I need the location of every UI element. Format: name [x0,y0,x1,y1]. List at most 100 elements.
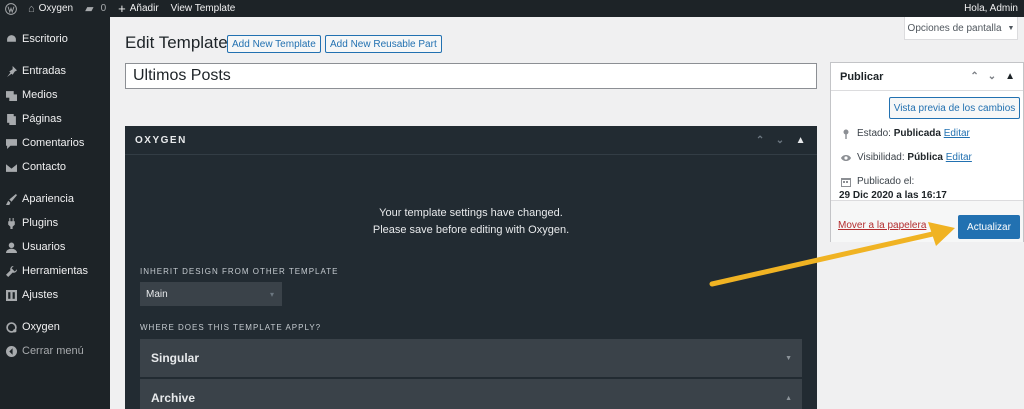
sidebar-item-paginas[interactable]: Páginas [0,107,110,131]
sidebar-item-label: Usuarios [22,241,66,253]
inherit-template-value: Main [146,288,168,300]
comment-bubble-icon: ▰ [85,3,94,15]
accordion-singular[interactable]: Singular ▼ [140,339,802,377]
add-new-template-button[interactable]: Add New Template [227,35,321,53]
new-content-link[interactable]: + Añadir [112,0,165,17]
update-button[interactable]: Actualizar [958,215,1020,239]
new-content-label: Añadir [129,3,159,14]
sidebar-item-plugins[interactable]: Plugins [0,211,110,235]
notice-line-1: Your template settings have changed. [379,207,563,219]
sidebar-item-label: Apariencia [22,193,74,205]
wrench-icon [0,265,22,277]
sidebar-item-usuarios[interactable]: Usuarios [0,235,110,259]
publish-metabox-header: Publicar ⌃ ⌄ ▲ [831,63,1023,91]
sidebar-item-label: Ajustes [22,289,59,301]
pin-icon [0,65,22,77]
pin-icon [839,127,853,139]
edit-visibility-link[interactable]: Editar [946,151,972,165]
sidebar-item-medios[interactable]: Medios [0,83,110,107]
chevron-down-icon: ▾ [269,289,274,299]
comments-link[interactable]: ▰ 0 [79,0,112,17]
publish-actions: Mover a la papelera Actualizar [831,200,1023,242]
move-to-trash-link[interactable]: Mover a la papelera [838,220,926,231]
home-icon: ⌂ [28,2,35,15]
collapse-panel-icon[interactable]: ▲ [796,135,807,146]
move-down-icon[interactable]: ⌄ [988,71,996,82]
notice-line-2: Please save before editing with Oxygen. [372,224,570,236]
pages-icon [0,113,22,125]
sidebar-item-herramientas[interactable]: Herramientas [0,259,110,283]
oxygen-notice: Your template settings have changed. Ple… [125,205,817,239]
mail-icon [0,162,22,173]
sidebar-item-escritorio[interactable]: Escritorio [0,27,110,51]
publish-metabox: Publicar ⌃ ⌄ ▲ Vista previa de los cambi… [830,62,1024,242]
visibility-label: Visibilidad: [857,152,905,163]
move-up-icon[interactable]: ⌃ [970,71,978,82]
sidebar-item-label: Plugins [22,217,59,229]
screen-options-toggle[interactable]: Opciones de pantalla ▼ [904,17,1018,40]
preview-changes-button[interactable]: Vista previa de los cambios [889,97,1020,119]
inherit-design-label: INHERIT DESIGN FROM OTHER TEMPLATE [140,267,339,276]
sidebar-item-contacto[interactable]: Contacto [0,155,110,179]
admin-bar: ⌂ Oxygen ▰ 0 + Añadir View Template Hola… [0,0,1024,17]
collapse-panel-icon[interactable]: ▲ [1005,71,1015,82]
accordion-label: Singular [151,351,200,365]
calendar-icon [839,175,853,187]
admin-sidebar: Escritorio Entradas Medios Páginas Comen… [0,17,110,409]
sidebar-item-comentarios[interactable]: Comentarios [0,131,110,155]
sidebar-item-label: Páginas [22,113,62,125]
oxygen-icon [0,321,22,333]
accordion-label: Archive [151,391,196,405]
sidebar-item-oxygen[interactable]: Oxygen [0,315,110,339]
brush-icon [0,193,22,205]
account-menu[interactable]: Hola, Admin [958,0,1024,17]
visibility-value: Pública [907,152,943,163]
collapse-menu-button[interactable]: Cerrar menú [0,339,110,363]
user-icon [0,242,22,253]
plug-icon [0,217,22,229]
publish-title: Publicar [840,70,884,83]
add-new-reusable-part-button[interactable]: Add New Reusable Part [325,35,442,53]
sidebar-item-apariencia[interactable]: Apariencia [0,187,110,211]
status-value: Publicada [893,128,941,139]
oxygen-metabox: OXYGEN ⌃ ⌄ ▲ Your template settings have… [125,126,817,409]
comments-count: 0 [100,3,107,14]
sidebar-item-label: Herramientas [22,265,89,277]
plus-icon: + [118,1,126,16]
status-row: Estado: Publicada Editar [839,127,970,141]
view-template-label: View Template [170,3,236,14]
site-name-link[interactable]: ⌂ Oxygen [22,0,79,17]
sidebar-item-label: Entradas [22,65,67,77]
comment-icon [0,138,22,149]
status-label: Estado: [857,128,891,139]
screen-options-label: Opciones de pantalla [907,22,1002,34]
caret-down-icon: ▼ [1007,24,1015,32]
collapse-icon [0,345,22,357]
sidebar-item-entradas[interactable]: Entradas [0,59,110,83]
accordion-archive[interactable]: Archive ▲ [140,379,802,409]
published-label: Publicado el: [857,176,915,187]
site-name: Oxygen [38,3,74,14]
caret-up-icon: ▲ [785,394,792,402]
edit-status-link[interactable]: Editar [944,127,970,141]
move-down-icon[interactable]: ⌄ [776,135,786,146]
page-title: Edit Template [125,33,228,52]
visibility-row: Visibilidad: Pública Editar [839,151,972,165]
settings-icon [0,289,22,301]
sidebar-item-label: Escritorio [22,33,68,45]
oxygen-metabox-header: OXYGEN ⌃ ⌄ ▲ [125,126,817,155]
greeting: Hola, Admin [964,3,1018,14]
view-template-link[interactable]: View Template [165,0,242,17]
sidebar-item-ajustes[interactable]: Ajustes [0,283,110,307]
sidebar-item-label: Comentarios [22,137,85,149]
sidebar-item-label: Medios [22,89,58,101]
move-up-icon[interactable]: ⌃ [756,135,766,146]
wordpress-logo-icon[interactable] [0,0,22,17]
caret-down-icon: ▼ [785,354,792,362]
sidebar-item-label: Contacto [22,161,67,173]
inherit-template-select[interactable]: Main ▾ [140,282,282,306]
sidebar-item-label: Oxygen [22,321,60,333]
template-title-input[interactable] [125,63,817,89]
dashboard-icon [0,34,22,45]
eye-icon [839,151,853,163]
